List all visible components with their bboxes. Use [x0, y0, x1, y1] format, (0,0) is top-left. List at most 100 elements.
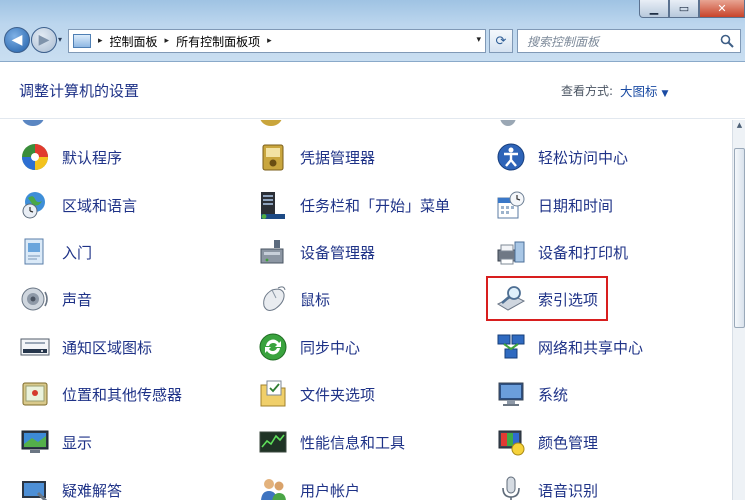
item-label: 通知区域图标 — [62, 338, 153, 357]
item-label: 系统 — [538, 385, 569, 404]
close-button[interactable]: ✕ — [699, 0, 745, 18]
search-input[interactable]: 搜索控制面板 — [517, 29, 741, 53]
network-sharing-icon — [496, 332, 526, 362]
item-sound[interactable]: 声音 — [20, 281, 92, 317]
item-label: 日期和时间 — [538, 196, 614, 215]
item-label: 入门 — [62, 243, 93, 262]
item-label: 凭据管理器 — [300, 148, 376, 167]
item-label: 文件夹选项 — [300, 385, 376, 404]
getting-started-icon — [20, 237, 50, 267]
item-region-language[interactable]: 区域和语言 — [20, 187, 137, 223]
item-location-sensors[interactable]: 位置和其他传感器 — [20, 376, 182, 412]
item-user-accounts[interactable]: 用户帐户 — [258, 472, 360, 500]
scrollbar-thumb[interactable] — [734, 148, 745, 328]
partial-item-icon — [500, 120, 516, 126]
item-ease-of-access[interactable]: 轻松访问中心 — [496, 139, 628, 175]
item-label: 任务栏和「开始」菜单 — [300, 196, 451, 215]
breadcrumb-control-panel[interactable]: 控制面板 — [110, 33, 158, 50]
item-color-management[interactable]: 颜色管理 — [496, 424, 598, 460]
highlight-box — [486, 276, 608, 321]
item-device-manager[interactable]: 设备管理器 — [258, 234, 375, 270]
display-icon — [20, 427, 50, 457]
item-label: 同步中心 — [300, 338, 361, 357]
item-credential-manager[interactable]: 凭据管理器 — [258, 139, 375, 175]
item-label: 设备管理器 — [300, 243, 376, 262]
performance-icon — [258, 427, 288, 457]
item-taskbar-start[interactable]: 任务栏和「开始」菜单 — [258, 187, 450, 223]
item-mouse[interactable]: 鼠标 — [258, 281, 330, 317]
folder-options-icon — [258, 379, 288, 409]
item-label: 网络和共享中心 — [538, 338, 644, 357]
item-display[interactable]: 显示 — [20, 424, 92, 460]
minimize-button[interactable]: ▁ — [639, 0, 669, 18]
view-by-dropdown[interactable]: 大图标 ▼ — [620, 81, 668, 100]
item-system[interactable]: 系统 — [496, 376, 568, 412]
region-language-icon — [20, 190, 50, 220]
partial-item-icon — [22, 120, 44, 126]
item-label: 颜色管理 — [538, 433, 599, 452]
item-devices-printers[interactable]: 设备和打印机 — [496, 234, 628, 270]
item-label: 疑难解答 — [62, 481, 123, 500]
default-programs-icon — [20, 142, 50, 172]
item-label: 性能信息和工具 — [300, 433, 406, 452]
maximize-button[interactable]: ▭ — [669, 0, 699, 18]
location-sensors-icon — [20, 379, 50, 409]
item-label: 位置和其他传感器 — [62, 385, 183, 404]
item-label: 轻松访问中心 — [538, 148, 629, 167]
item-label: 声音 — [62, 290, 93, 309]
color-management-icon — [496, 427, 526, 457]
refresh-button[interactable]: ⟳ — [489, 29, 513, 53]
item-default-programs[interactable]: 默认程序 — [20, 139, 122, 175]
scroll-up-arrow-icon[interactable]: ▲ — [734, 121, 745, 133]
device-manager-icon — [258, 237, 288, 267]
vertical-scrollbar[interactable]: ▲ — [732, 120, 745, 500]
item-label: 语音识别 — [538, 481, 599, 500]
page-title: 调整计算机的设置 — [19, 82, 140, 100]
address-bar[interactable]: ▸ 控制面板 ▸ 所有控制面板项 ▸ ▾ — [68, 29, 486, 53]
chevron-down-icon: ▼ — [661, 89, 669, 99]
item-troubleshooting[interactable]: 疑难解答 — [20, 472, 122, 500]
breadcrumb-all-items[interactable]: 所有控制面板项 — [176, 33, 260, 50]
item-label: 设备和打印机 — [538, 243, 629, 262]
control-panel-icon — [73, 34, 91, 48]
back-button[interactable]: ◀ — [4, 27, 30, 53]
item-label: 用户帐户 — [300, 481, 361, 500]
breadcrumb-separator-icon[interactable]: ▸ — [267, 36, 272, 46]
search-icon[interactable] — [720, 34, 734, 48]
view-by-value: 大图标 — [620, 84, 658, 99]
content-header: 调整计算机的设置 查看方式: 大图标 ▼ — [0, 63, 745, 119]
date-time-icon — [496, 190, 526, 220]
sync-center-icon — [258, 332, 288, 362]
system-icon — [496, 379, 526, 409]
item-label: 默认程序 — [62, 148, 123, 167]
forward-button[interactable]: ▶ — [31, 27, 57, 53]
item-getting-started[interactable]: 入门 — [20, 234, 92, 270]
item-date-time[interactable]: 日期和时间 — [496, 187, 613, 223]
breadcrumb-separator-icon[interactable]: ▸ — [98, 36, 103, 46]
speech-recognition-icon — [496, 475, 526, 500]
sound-icon — [20, 284, 50, 314]
items-grid: 默认程序 凭据管理器 轻松访问中心 区域和语言 任务栏和「开始」菜单 日期和时间 — [0, 120, 732, 500]
item-label: 鼠标 — [300, 290, 331, 309]
address-dropdown-icon[interactable]: ▾ — [476, 35, 481, 45]
item-folder-options[interactable]: 文件夹选项 — [258, 376, 375, 412]
credential-manager-icon — [258, 142, 288, 172]
item-speech-recognition[interactable]: 语音识别 — [496, 472, 598, 500]
search-placeholder: 搜索控制面板 — [527, 34, 600, 49]
item-sync-center[interactable]: 同步中心 — [258, 329, 360, 365]
partial-item-icon — [260, 120, 282, 126]
troubleshooting-icon — [20, 475, 50, 500]
window-controls: ▁ ▭ ✕ — [639, 0, 745, 18]
item-label: 显示 — [62, 433, 93, 452]
item-performance[interactable]: 性能信息和工具 — [258, 424, 405, 460]
item-network-sharing[interactable]: 网络和共享中心 — [496, 329, 643, 365]
taskbar-start-icon — [258, 190, 288, 220]
recent-pages-dropdown[interactable]: ▾ — [58, 35, 62, 44]
mouse-icon — [258, 284, 288, 314]
item-notification-area[interactable]: 通知区域图标 — [20, 329, 152, 365]
window-chrome: ▁ ▭ ✕ ◀ ▶ ▾ ▸ 控制面板 ▸ 所有控制面板项 ▸ ▾ ⟳ 搜索控制面… — [0, 0, 745, 62]
user-accounts-icon — [258, 475, 288, 500]
breadcrumb-separator-icon[interactable]: ▸ — [165, 36, 170, 46]
devices-printers-icon — [496, 237, 526, 267]
item-label: 区域和语言 — [62, 196, 138, 215]
